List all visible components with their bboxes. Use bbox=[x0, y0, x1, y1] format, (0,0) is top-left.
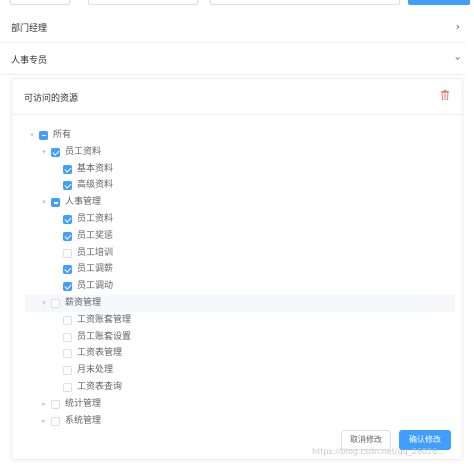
tree-checkbox[interactable] bbox=[39, 131, 48, 140]
caret-down-icon[interactable]: ▾ bbox=[39, 295, 49, 312]
chevron-right-icon[interactable]: › bbox=[456, 20, 460, 33]
tree-node[interactable]: 员工奖惩 bbox=[25, 228, 455, 245]
tree-node[interactable]: ▾ 员工资料 bbox=[25, 144, 455, 161]
input-remnant[interactable] bbox=[10, 0, 70, 5]
top-toolbar-remnant bbox=[0, 0, 474, 6]
tree-node[interactable]: 员工调动 bbox=[25, 278, 455, 295]
caret-down-icon[interactable]: ▾ bbox=[27, 127, 37, 144]
tree-checkbox[interactable] bbox=[51, 198, 60, 208]
card-header: 可访问的资源 bbox=[12, 79, 462, 115]
tree-node-label: 统计管理 bbox=[65, 398, 102, 409]
tree-node-label: 高级资料 bbox=[77, 180, 114, 191]
tree-node-label: 员工培训 bbox=[77, 247, 114, 258]
tree-node[interactable]: ▾ 所有 bbox=[25, 127, 455, 144]
chevron-down-icon[interactable]: › bbox=[451, 56, 464, 60]
tree-node[interactable]: 员工账套设置 bbox=[25, 329, 455, 346]
caret-down-icon[interactable]: ▾ bbox=[39, 194, 49, 211]
tree-node-label: 工资账套管理 bbox=[77, 314, 132, 325]
collapse-item-department-manager[interactable]: 部门经理 › bbox=[0, 11, 466, 43]
tree-checkbox[interactable] bbox=[63, 231, 72, 241]
tree-checkbox[interactable] bbox=[63, 265, 72, 275]
tree-node[interactable]: 工资表管理 bbox=[25, 345, 455, 362]
tree-node[interactable]: ▾ 薪资管理 bbox=[25, 294, 455, 312]
tree-node[interactable]: ▸ 系统管理 bbox=[25, 413, 455, 430]
tree-checkbox[interactable] bbox=[51, 298, 60, 308]
tree-node-label: 员工账套设置 bbox=[77, 331, 132, 342]
tree-checkbox[interactable] bbox=[63, 282, 72, 292]
caret-right-icon[interactable]: ▸ bbox=[39, 413, 49, 430]
tree-node[interactable]: ▾ 人事管理 bbox=[25, 194, 455, 211]
tree-checkbox[interactable] bbox=[63, 332, 72, 342]
tree-node[interactable]: 工资表查询 bbox=[25, 379, 455, 396]
tree-node-label: 员工调动 bbox=[77, 281, 114, 292]
tree-node[interactable]: 高级资料 bbox=[25, 177, 455, 194]
tree-node[interactable]: 员工调薪 bbox=[25, 261, 455, 278]
tree-node-label: 员工奖惩 bbox=[77, 230, 114, 241]
primary-button-remnant[interactable] bbox=[408, 0, 470, 5]
tree-checkbox[interactable] bbox=[63, 349, 72, 359]
trash-icon[interactable] bbox=[441, 90, 449, 100]
collapse-item-title: 部门经理 bbox=[11, 24, 48, 34]
tree-node[interactable]: 工资账套管理 bbox=[25, 312, 455, 329]
tree-node-label: 月末处理 bbox=[77, 365, 114, 376]
tree-checkbox[interactable] bbox=[51, 147, 60, 157]
tree-node-label: 工资表管理 bbox=[77, 348, 123, 359]
tree-node-label: 员工调薪 bbox=[77, 264, 114, 275]
tree-checkbox[interactable] bbox=[63, 214, 72, 224]
tree-node-label: 薪资管理 bbox=[65, 297, 102, 308]
caret-down-icon[interactable]: ▾ bbox=[39, 144, 49, 161]
tree-node-label: 人事管理 bbox=[65, 197, 102, 208]
tree-checkbox[interactable] bbox=[63, 181, 72, 191]
tree-node-label: 基本资料 bbox=[77, 163, 114, 174]
caret-right-icon[interactable]: ▸ bbox=[39, 396, 49, 413]
tree-checkbox[interactable] bbox=[63, 248, 72, 258]
tree-checkbox[interactable] bbox=[51, 399, 60, 409]
tree-checkbox[interactable] bbox=[51, 416, 60, 426]
collapse-item-title: 人事专员 bbox=[11, 56, 48, 66]
tree-node-label: 系统管理 bbox=[65, 415, 102, 426]
tree-node[interactable]: 员工资料 bbox=[25, 211, 455, 228]
card-title: 可访问的资源 bbox=[24, 94, 79, 104]
tree-node[interactable]: 员工培训 bbox=[25, 245, 455, 262]
tree-node[interactable]: ▸ 统计管理 bbox=[25, 396, 455, 413]
tree-checkbox[interactable] bbox=[63, 315, 72, 325]
tree-node-label: 所有 bbox=[53, 130, 72, 140]
tree-node-label: 员工资料 bbox=[77, 213, 114, 224]
tree-node-label: 工资表查询 bbox=[77, 381, 123, 392]
resource-card: 可访问的资源 ▾ 所有 ▾ 员工资料 基本资料 高级资料 ▾ 人事管理 员工资料 员工奖惩 员工培训… bbox=[11, 78, 463, 460]
collapse-item-hr-specialist[interactable]: 人事专员 › bbox=[0, 43, 466, 75]
resource-tree: ▾ 所有 ▾ 员工资料 基本资料 高级资料 ▾ 人事管理 员工资料 员工奖惩 员工培训 员工调薪 员工调… bbox=[25, 127, 455, 429]
tree-checkbox[interactable] bbox=[63, 164, 72, 174]
tree-checkbox[interactable] bbox=[63, 366, 72, 376]
tree-checkbox[interactable] bbox=[63, 382, 72, 392]
input-remnant[interactable] bbox=[88, 0, 198, 5]
tree-node[interactable]: 月末处理 bbox=[25, 362, 455, 379]
watermark: https://blog.csdn.net/qq_26026... bbox=[312, 447, 445, 456]
tree-node-label: 员工资料 bbox=[65, 146, 102, 157]
tree-node[interactable]: 基本资料 bbox=[25, 161, 455, 178]
input-remnant[interactable] bbox=[210, 0, 400, 5]
